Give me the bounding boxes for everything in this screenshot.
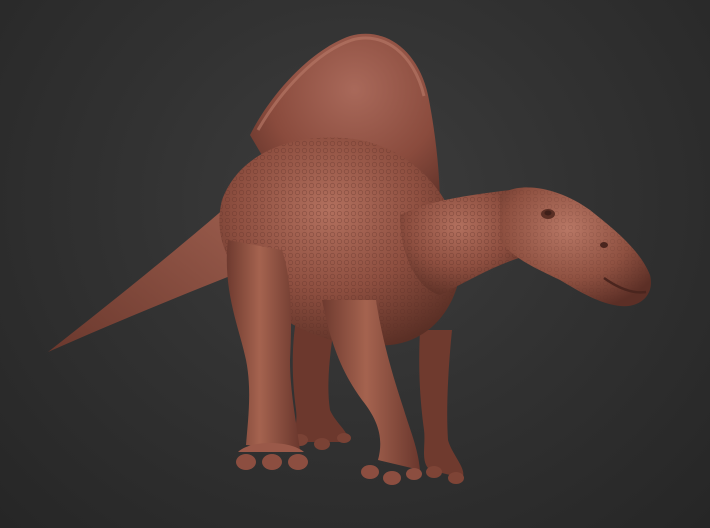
far-front-leg bbox=[419, 330, 464, 484]
nostril bbox=[600, 242, 608, 248]
viewport bbox=[0, 0, 710, 528]
dinosaur-sculpt-render bbox=[48, 33, 651, 485]
head bbox=[500, 187, 651, 307]
